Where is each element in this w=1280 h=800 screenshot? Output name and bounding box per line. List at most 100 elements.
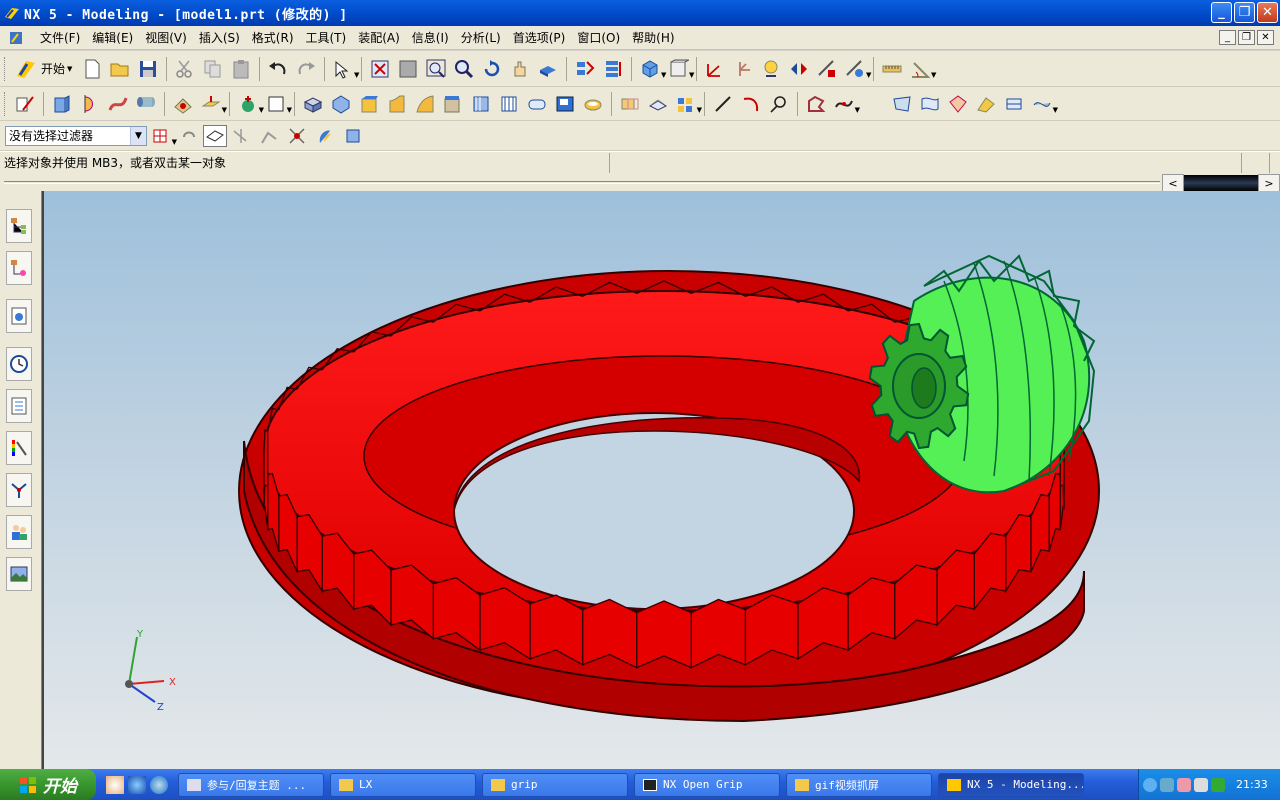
- selection-options-icon[interactable]: ▼: [329, 55, 359, 83]
- assembly-navigator-icon[interactable]: [6, 209, 32, 243]
- snap-point-icon[interactable]: [785, 55, 813, 83]
- sweep-icon[interactable]: [104, 90, 132, 118]
- quicklaunch-hand-icon[interactable]: [106, 775, 124, 794]
- menu-format[interactable]: 格式(R): [246, 29, 300, 46]
- restore-button[interactable]: ❐: [1234, 2, 1255, 23]
- network-icon[interactable]: [1160, 777, 1174, 792]
- history-icon[interactable]: [6, 347, 32, 381]
- windows-start-button[interactable]: 开始: [0, 769, 96, 800]
- arc-icon[interactable]: [737, 90, 765, 118]
- undo-icon[interactable]: [264, 55, 292, 83]
- block-icon[interactable]: [299, 90, 327, 118]
- view-orientation-icon[interactable]: ▼: [636, 55, 666, 83]
- revolve-icon[interactable]: [76, 90, 104, 118]
- shaded-view-icon[interactable]: [534, 55, 562, 83]
- task-folder-lx[interactable]: LX: [330, 772, 476, 797]
- extrude-icon[interactable]: [48, 90, 76, 118]
- boolean-subtract-icon[interactable]: [551, 90, 579, 118]
- select-all-icon[interactable]: [203, 124, 227, 147]
- quicklaunch-anchor-icon[interactable]: [128, 775, 146, 794]
- swept-surface-icon[interactable]: [972, 90, 1000, 118]
- datum-csys-icon[interactable]: [729, 55, 757, 83]
- snap-curve-icon[interactable]: [255, 122, 283, 150]
- draft-icon[interactable]: [439, 90, 467, 118]
- hole-icon[interactable]: [467, 90, 495, 118]
- minimize-button[interactable]: _: [1211, 2, 1232, 23]
- task-folder-gif-capture[interactable]: gif视频抓屏: [786, 772, 932, 797]
- sphere-icon[interactable]: [327, 90, 355, 118]
- save-icon[interactable]: [134, 55, 162, 83]
- datum-plane-icon[interactable]: ▼: [197, 90, 227, 118]
- tray-expand-icon[interactable]: [1143, 777, 1157, 792]
- document-icon[interactable]: [8, 30, 26, 46]
- quicklaunch-ie-icon[interactable]: [150, 775, 168, 794]
- new-file-icon[interactable]: [78, 55, 106, 83]
- pan-icon[interactable]: [506, 55, 534, 83]
- fit-view-icon[interactable]: [366, 55, 394, 83]
- measure-angle-icon[interactable]: ▼: [906, 55, 936, 83]
- menu-preferences[interactable]: 首选项(P): [507, 29, 572, 46]
- curve-mesh-icon[interactable]: [944, 90, 972, 118]
- roles-icon[interactable]: [6, 515, 32, 549]
- zoom-icon[interactable]: [450, 55, 478, 83]
- boolean-intersect-icon[interactable]: [579, 90, 607, 118]
- doc-restore-button[interactable]: ❐: [1238, 30, 1255, 45]
- scroll-left-button[interactable]: <: [1162, 174, 1184, 192]
- task-folder-grip[interactable]: grip: [482, 772, 628, 797]
- snap-body-icon[interactable]: [339, 122, 367, 150]
- shield-icon[interactable]: [1211, 777, 1225, 792]
- task-nx-open-grip[interactable]: NX Open Grip: [634, 772, 780, 797]
- tube-icon[interactable]: [132, 90, 160, 118]
- edge-blend-icon[interactable]: [355, 90, 383, 118]
- system-scenes-icon[interactable]: [6, 557, 32, 591]
- menu-file[interactable]: 文件(F): [34, 29, 86, 46]
- menu-help[interactable]: 帮助(H): [626, 29, 680, 46]
- part-navigator-icon[interactable]: [6, 251, 32, 285]
- point-icon[interactable]: ▼: [234, 90, 264, 118]
- scroll-right-button[interactable]: >: [1258, 174, 1280, 192]
- menu-edit[interactable]: 编辑(E): [86, 29, 139, 46]
- open-folder-icon[interactable]: [106, 55, 134, 83]
- menu-assembly[interactable]: 装配(A): [352, 29, 406, 46]
- system-materials-icon[interactable]: [6, 389, 32, 423]
- object-display-icon[interactable]: ▼: [841, 55, 871, 83]
- close-button[interactable]: ✕: [1257, 2, 1278, 23]
- selection-scope-icon[interactable]: ▼: [147, 122, 177, 150]
- instance-feature-icon[interactable]: ▼: [672, 90, 702, 118]
- gear-model[interactable]: Y X Z: [44, 191, 1280, 769]
- selection-filter-dropdown[interactable]: 没有选择过滤器 ▼: [5, 125, 147, 146]
- reset-filter-icon[interactable]: [175, 122, 203, 150]
- palette-icon[interactable]: [6, 431, 32, 465]
- studio-spline-icon[interactable]: [802, 90, 830, 118]
- zoom-window-icon[interactable]: [394, 55, 422, 83]
- derived-curve-icon[interactable]: ▼: [830, 90, 860, 118]
- line-icon[interactable]: [709, 90, 737, 118]
- trim-icon[interactable]: [813, 55, 841, 83]
- scrollbar-thumb[interactable]: [1184, 175, 1258, 191]
- reuse-library-icon[interactable]: [6, 299, 32, 333]
- toolbar-grip[interactable]: [4, 91, 7, 116]
- rectangle-icon[interactable]: ▼: [262, 90, 292, 118]
- process-studio-icon[interactable]: [6, 473, 32, 507]
- feature-ops-icon[interactable]: [169, 90, 197, 118]
- circle-icon[interactable]: [765, 90, 793, 118]
- menu-view[interactable]: 视图(V): [139, 29, 193, 46]
- through-curves-icon[interactable]: [916, 90, 944, 118]
- cut-icon[interactable]: [171, 55, 199, 83]
- menu-insert[interactable]: 插入(S): [193, 29, 246, 46]
- pocket-icon[interactable]: [644, 90, 672, 118]
- redo-icon[interactable]: [292, 55, 320, 83]
- sew-icon[interactable]: ▼: [1028, 90, 1058, 118]
- point-info-icon[interactable]: [757, 55, 785, 83]
- copy-icon[interactable]: [199, 55, 227, 83]
- user-icon[interactable]: [1177, 777, 1191, 792]
- menu-window[interactable]: 窗口(O): [571, 29, 626, 46]
- ruled-surface-icon[interactable]: [888, 90, 916, 118]
- measure-distance-icon[interactable]: [878, 55, 906, 83]
- menu-tools[interactable]: 工具(T): [300, 29, 353, 46]
- toolbar-grip[interactable]: [4, 56, 7, 81]
- volume-icon[interactable]: [1194, 777, 1208, 792]
- layer-settings-icon[interactable]: [571, 55, 599, 83]
- paste-icon[interactable]: [227, 55, 255, 83]
- shell-icon[interactable]: [411, 90, 439, 118]
